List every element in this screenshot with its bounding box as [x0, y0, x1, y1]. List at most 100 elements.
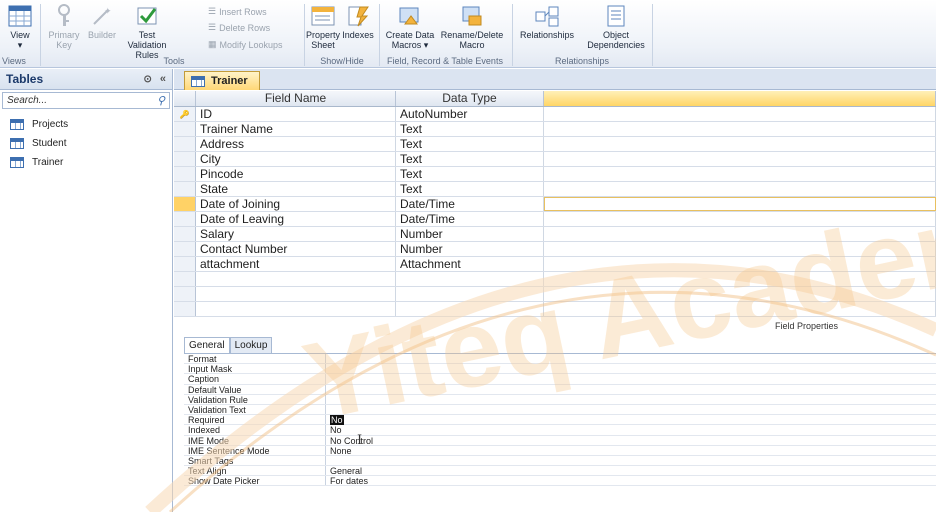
empty-cell[interactable] — [174, 287, 196, 301]
property-value[interactable] — [326, 395, 936, 404]
empty-cell[interactable] — [196, 287, 396, 301]
field-name-cell[interactable]: Date of Joining — [196, 197, 396, 211]
nav-search-input[interactable]: Search... ⚲ — [2, 92, 170, 109]
property-row[interactable]: Smart Tags — [184, 455, 936, 467]
data-type-cell[interactable]: Number — [396, 242, 544, 256]
field-name-cell[interactable]: State — [196, 182, 396, 196]
description-cell[interactable] — [544, 227, 936, 241]
create-data-macros-button[interactable]: Create Data Macros ▾ — [382, 4, 438, 50]
row-selector[interactable] — [174, 167, 196, 181]
field-row[interactable]: Pincode Text — [174, 167, 936, 182]
field-name-cell[interactable]: Pincode — [196, 167, 396, 181]
object-dependencies-button[interactable]: Object Dependencies — [584, 4, 648, 50]
property-value[interactable]: No Control — [326, 436, 936, 446]
empty-field-row[interactable] — [174, 287, 936, 302]
description-cell[interactable] — [544, 242, 936, 256]
description-cell[interactable] — [544, 152, 936, 166]
property-sheet-button[interactable]: Property Sheet — [306, 4, 340, 50]
tab-general[interactable]: General — [184, 337, 230, 353]
field-row[interactable]: Trainer Name Text — [174, 122, 936, 137]
property-value[interactable] — [326, 354, 936, 363]
description-cell[interactable] — [544, 212, 936, 226]
row-selector[interactable] — [174, 257, 196, 271]
field-name-cell[interactable]: Salary — [196, 227, 396, 241]
row-selector[interactable] — [174, 122, 196, 136]
property-row[interactable]: Default Value — [184, 384, 936, 395]
field-name-cell[interactable]: City — [196, 152, 396, 166]
property-row[interactable]: Show Date Picker For dates — [184, 476, 936, 487]
data-type-cell[interactable]: Text — [396, 152, 544, 166]
row-selector[interactable] — [174, 182, 196, 196]
property-value[interactable]: No — [326, 425, 936, 435]
row-selector[interactable] — [174, 212, 196, 226]
property-value[interactable] — [326, 364, 936, 373]
empty-cell[interactable] — [544, 302, 936, 316]
row-selector[interactable] — [174, 227, 196, 241]
empty-cell[interactable] — [174, 272, 196, 286]
empty-cell[interactable] — [544, 272, 936, 286]
data-type-cell[interactable]: Number — [396, 227, 544, 241]
nav-item-projects[interactable]: Projects — [0, 115, 172, 134]
field-row[interactable]: Contact Number Number — [174, 242, 936, 257]
data-type-cell[interactable]: Text — [396, 122, 544, 136]
data-type-cell[interactable]: Text — [396, 182, 544, 196]
modify-lookups-button[interactable]: ▦ Modify Lookups — [208, 39, 283, 50]
property-value[interactable] — [326, 456, 936, 465]
indexes-button[interactable]: Indexes — [341, 4, 375, 40]
field-name-cell[interactable]: Contact Number — [196, 242, 396, 256]
data-type-cell[interactable]: Text — [396, 137, 544, 151]
property-value[interactable] — [326, 405, 936, 414]
rename-delete-macro-button[interactable]: Rename/Delete Macro — [438, 4, 506, 50]
empty-cell[interactable] — [196, 302, 396, 316]
data-type-cell[interactable]: Date/Time — [396, 212, 544, 226]
description-cell[interactable] — [544, 122, 936, 136]
tab-lookup[interactable]: Lookup — [229, 337, 273, 353]
property-row[interactable]: Indexed No — [184, 425, 936, 436]
empty-cell[interactable] — [396, 272, 544, 286]
description-cell[interactable] — [544, 257, 936, 271]
field-name-cell[interactable]: ID — [196, 107, 396, 121]
builder-button[interactable]: ✦ Builder — [86, 4, 118, 40]
field-row[interactable]: City Text — [174, 152, 936, 167]
description-cell[interactable] — [544, 197, 936, 211]
nav-item-trainer[interactable]: Trainer — [0, 153, 172, 172]
primary-key-button[interactable]: Primary Key — [44, 4, 84, 50]
field-name-cell[interactable]: Date of Leaving — [196, 212, 396, 226]
nav-item-student[interactable]: Student — [0, 134, 172, 153]
tab-trainer[interactable]: Trainer — [184, 71, 260, 90]
property-value[interactable]: For dates — [326, 476, 936, 486]
empty-cell[interactable] — [196, 272, 396, 286]
property-row[interactable]: Validation Text — [184, 404, 936, 416]
description-cell[interactable] — [544, 167, 936, 181]
field-row[interactable]: Date of Leaving Date/Time — [174, 212, 936, 227]
field-row[interactable]: 🔑 ID AutoNumber — [174, 107, 936, 122]
property-value[interactable] — [326, 374, 936, 383]
data-type-cell[interactable]: Attachment — [396, 257, 544, 271]
delete-rows-button[interactable]: ☰ Delete Rows — [208, 22, 270, 33]
property-row[interactable]: IME Mode No Control — [184, 435, 936, 446]
insert-rows-button[interactable]: ☰ Insert Rows — [208, 6, 267, 17]
empty-cell[interactable] — [396, 287, 544, 301]
empty-field-row[interactable] — [174, 272, 936, 287]
property-value[interactable]: No — [326, 415, 936, 426]
primary-key-icon[interactable]: 🔑 — [174, 107, 196, 121]
property-value[interactable] — [326, 385, 936, 394]
property-row[interactable]: Text Align General — [184, 466, 936, 477]
property-row[interactable]: Format — [184, 354, 936, 365]
property-row[interactable]: Required No — [184, 415, 936, 426]
row-selector[interactable] — [174, 242, 196, 256]
search-icon[interactable]: ⚲ — [157, 94, 165, 107]
empty-cell[interactable] — [174, 302, 196, 316]
test-validation-rules-button[interactable]: Test Validation Rules — [120, 4, 174, 60]
description-cell[interactable] — [544, 137, 936, 151]
field-row[interactable]: Salary Number — [174, 227, 936, 242]
nav-header[interactable]: Tables ⊙ « — [0, 69, 172, 90]
view-button[interactable]: View ▾ — [6, 4, 34, 50]
description-cell[interactable] — [544, 107, 936, 121]
property-value[interactable]: None — [326, 446, 936, 456]
field-name-cell[interactable]: attachment — [196, 257, 396, 271]
field-name-cell[interactable]: Address — [196, 137, 396, 151]
row-selector[interactable] — [174, 152, 196, 166]
empty-cell[interactable] — [396, 302, 544, 316]
property-row[interactable]: Caption — [184, 374, 936, 385]
